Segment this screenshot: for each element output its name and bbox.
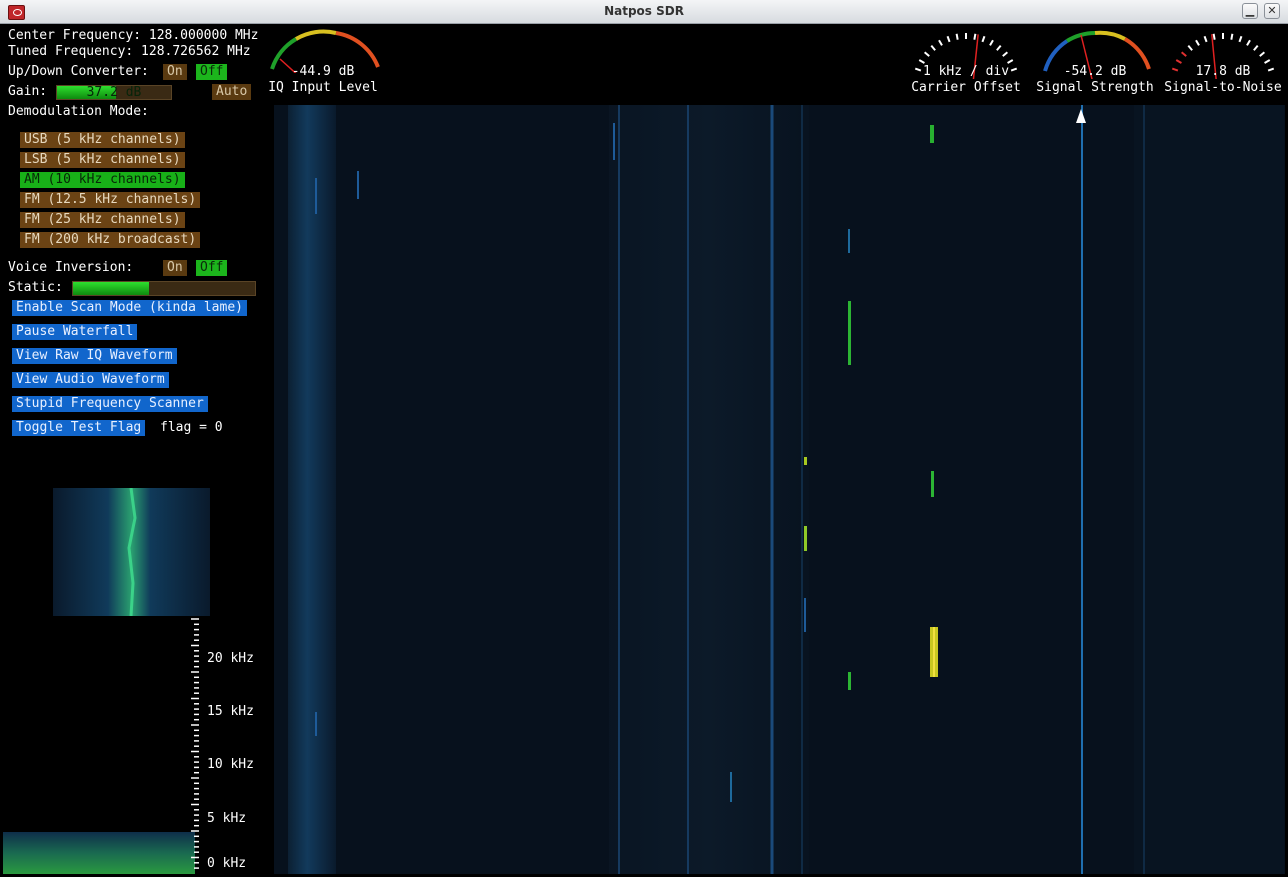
gauge-tick [973, 33, 977, 40]
title-bar[interactable]: Natpos SDR ▁ ✕ [0, 0, 1288, 24]
axis-tick-label: 15 kHz [207, 704, 254, 719]
axis-tick-label: 5 kHz [207, 811, 247, 826]
converter-off-button[interactable]: Off [196, 64, 228, 80]
gain-slider[interactable]: 37.2 dB [56, 85, 172, 100]
static-label: Static: [8, 280, 63, 295]
demod-mode-fm-25[interactable]: FM (25 kHz channels) [20, 212, 185, 228]
gauge-tick [1253, 44, 1259, 51]
gain-value: 37.2 dB [86, 85, 142, 100]
gauge-tick [955, 33, 959, 40]
window-title: Natpos SDR [604, 4, 684, 18]
gauge-tick [1259, 51, 1266, 57]
demod-mode-fm-12[interactable]: FM (12.5 kHz channels) [20, 192, 201, 208]
iq-spectrum-view [53, 488, 210, 616]
view-audio-button[interactable]: View Audio Waveform [12, 372, 169, 388]
gauge-tick [1187, 44, 1193, 51]
waterfall-burst [804, 457, 807, 465]
carrier-offset-label: Carrier Offset [911, 80, 1021, 95]
signal-strength-label: Signal Strength [1036, 80, 1154, 95]
tuned-frequency: Tuned Frequency: 128.726562 MHz [8, 44, 251, 59]
gauge-tick [1230, 33, 1234, 40]
waterfall-right-band [1134, 105, 1284, 874]
snr-value: 17.8 dB [1195, 64, 1251, 79]
gauge-tick [981, 35, 986, 43]
close-icon: ✕ [1267, 4, 1277, 17]
voice-off-button[interactable]: Off [196, 260, 228, 276]
gauge-tick [1007, 59, 1014, 64]
app-window: Natpos SDR ▁ ✕ Center Frequency: 128.000… [0, 0, 1288, 877]
carrier-offset-value: 1 kHz / div [922, 64, 1010, 79]
waterfall-burst [933, 627, 935, 677]
demod-mode-fm-200[interactable]: FM (200 kHz broadcast) [20, 232, 201, 248]
waterfall-burst [848, 229, 850, 253]
gauge-tick [989, 39, 994, 46]
waterfall-svg [274, 105, 1285, 874]
axis-tick-label: 0 kHz [207, 856, 247, 871]
close-button[interactable]: ✕ [1264, 3, 1280, 19]
center-frequency: Center Frequency: 128.000000 MHz [8, 28, 259, 43]
snr-label: Signal-to-Noise [1164, 80, 1282, 95]
iq-level-label: IQ Input Level [268, 80, 378, 95]
gauge-tick [946, 35, 951, 43]
gauge-tick [996, 44, 1002, 51]
minimize-button[interactable]: ▁ [1242, 3, 1258, 19]
view-raw-iq-button[interactable]: View Raw IQ Waveform [12, 348, 177, 364]
tuning-marker-icon[interactable] [1076, 109, 1086, 123]
enable-scan-button[interactable]: Enable Scan Mode (kinda lame) [12, 300, 247, 316]
gauge-tick [1212, 33, 1216, 40]
gauge-tick [1180, 51, 1187, 57]
gauge-tick [918, 59, 925, 64]
pause-waterfall-button[interactable]: Pause Waterfall [12, 324, 138, 340]
audio-spectrum-view [3, 832, 195, 874]
waterfall-burst [848, 672, 851, 690]
main-content: Center Frequency: 128.000000 MHz Tuned F… [3, 25, 1285, 874]
waterfall-burst [315, 178, 317, 214]
demod-mode-lsb[interactable]: LSB (5 kHz channels) [20, 152, 185, 168]
waterfall-display[interactable] [274, 105, 1285, 874]
gauge-tick [1246, 39, 1251, 46]
signal-strength-value: -54.2 dB [1063, 64, 1127, 79]
gauge-tick [1002, 51, 1009, 57]
gauge-tick [930, 44, 936, 51]
waterfall-burst [931, 471, 934, 497]
gauge-tick [1203, 35, 1208, 43]
static-slider-fill [73, 282, 150, 295]
waterfall-burst [315, 712, 317, 736]
gauge-tick [1195, 39, 1200, 46]
gain-label: Gain: [8, 84, 48, 99]
demod-label: Demodulation Mode: [8, 104, 149, 119]
gauge-tick [923, 51, 930, 57]
gauge-tick [1175, 59, 1182, 64]
flag-status: flag = 0 [160, 420, 223, 435]
waterfall-burst [357, 171, 359, 199]
converter-label: Up/Down Converter: [8, 64, 149, 79]
waterfall-dc-band [288, 105, 336, 874]
waterfall-burst [804, 526, 807, 551]
waterfall-burst [730, 772, 732, 802]
iq-level-value: -44.9 dB [291, 64, 355, 79]
waterfall-burst [848, 301, 851, 365]
frequency-scanner-button[interactable]: Stupid Frequency Scanner [12, 396, 208, 412]
voice-on-button[interactable]: On [163, 260, 187, 276]
demod-mode-am[interactable]: AM (10 kHz channels) [20, 172, 185, 188]
axis-tick-label: 10 kHz [207, 757, 254, 772]
waterfall-burst [613, 123, 615, 160]
waterfall-burst [804, 598, 806, 632]
waterfall-burst [930, 125, 934, 143]
minimize-icon: ▁ [1245, 4, 1255, 17]
axis-tick-label: 20 kHz [207, 651, 254, 666]
static-slider[interactable] [72, 281, 256, 296]
gain-auto-button[interactable]: Auto [212, 84, 252, 100]
demod-mode-usb[interactable]: USB (5 kHz channels) [20, 132, 185, 148]
voice-inversion-label: Voice Inversion: [8, 260, 134, 275]
audio-frequency-axis [191, 618, 199, 869]
toggle-test-flag-button[interactable]: Toggle Test Flag [12, 420, 146, 436]
converter-on-button[interactable]: On [163, 64, 187, 80]
audio-spectrum-bg [3, 832, 195, 874]
waterfall-mid-band [609, 105, 809, 874]
gauge-tick [938, 39, 943, 46]
gauge-tick [1264, 59, 1271, 64]
gauge-tick [1238, 35, 1243, 43]
